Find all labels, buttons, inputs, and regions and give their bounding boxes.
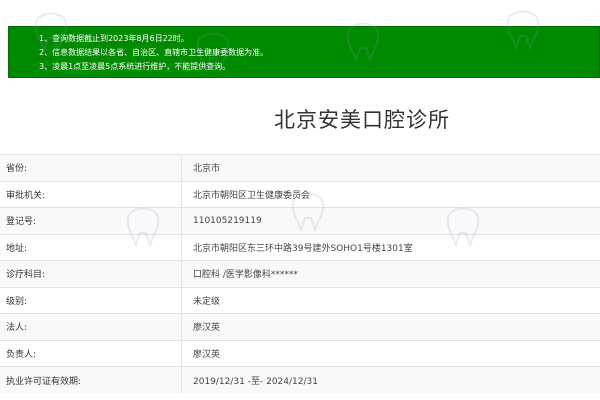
info-value: 廖汉英	[193, 323, 221, 334]
info-row-level: 级别: 未定级	[0, 287, 600, 314]
info-label: 省份:	[0, 154, 182, 181]
info-row-legal-person: 法人: 廖汉英	[0, 313, 600, 340]
info-row-address: 地址: 北京市朝阳区东三环中路39号建外SOHO1号楼1301室	[0, 234, 600, 261]
top-bar	[0, 0, 600, 26]
info-value: 北京市朝阳区卫生健康委员会	[193, 190, 311, 201]
info-label: 地址:	[0, 234, 182, 261]
info-label: 审批机关:	[0, 181, 182, 208]
info-table: 省份: 北京市 审批机关: 北京市朝阳区卫生健康委员会 登记号: 1101052…	[0, 154, 600, 393]
info-row-departments: 诊疗科目: 口腔科 /医学影像科******	[0, 260, 600, 287]
info-label: 登记号:	[0, 207, 182, 234]
info-label: 负责人:	[0, 340, 182, 367]
info-label: 执业许可证有效期:	[0, 366, 182, 393]
info-value: 廖汉英	[193, 349, 221, 360]
notice-banner: 1、查询数据截止到2023年8月6日22时。 2、信息数据结果以各省、自治区、直…	[8, 26, 600, 78]
info-value: 110105219119	[193, 215, 262, 226]
info-value: 北京市	[193, 164, 221, 175]
info-value: 北京市朝阳区东三环中路39号建外SOHO1号楼1301室	[193, 243, 413, 254]
page-title: 北京安美口腔诊所	[274, 108, 450, 132]
info-value: 口腔科 /医学影像科******	[193, 270, 298, 281]
info-row-license-validity: 执业许可证有效期: 2019/12/31 -至- 2024/12/31	[0, 366, 600, 393]
info-row-person-in-charge: 负责人: 廖汉英	[0, 340, 600, 367]
page: 1、查询数据截止到2023年8月6日22时。 2、信息数据结果以各省、自治区、直…	[0, 0, 600, 400]
info-row-registration-number: 登记号: 110105219119	[0, 207, 600, 234]
notice-line-2: 2、信息数据结果以各省、自治区、直辖市卫生健康委数据为准。	[39, 48, 269, 57]
info-value: 未定级	[193, 296, 221, 307]
info-label: 诊疗科目:	[0, 260, 182, 287]
notice-line-1: 1、查询数据截止到2023年8月6日22时。	[39, 34, 189, 43]
info-row-approval-authority: 审批机关: 北京市朝阳区卫生健康委员会	[0, 181, 600, 208]
notice-line-3: 3、凌晨1点至凌晨5点系统进行维护，不能提供查询。	[39, 62, 231, 71]
info-label: 级别:	[0, 287, 182, 314]
info-row-province: 省份: 北京市	[0, 154, 600, 181]
info-label: 法人:	[0, 313, 182, 340]
info-value: 2019/12/31 -至- 2024/12/31	[193, 376, 318, 387]
